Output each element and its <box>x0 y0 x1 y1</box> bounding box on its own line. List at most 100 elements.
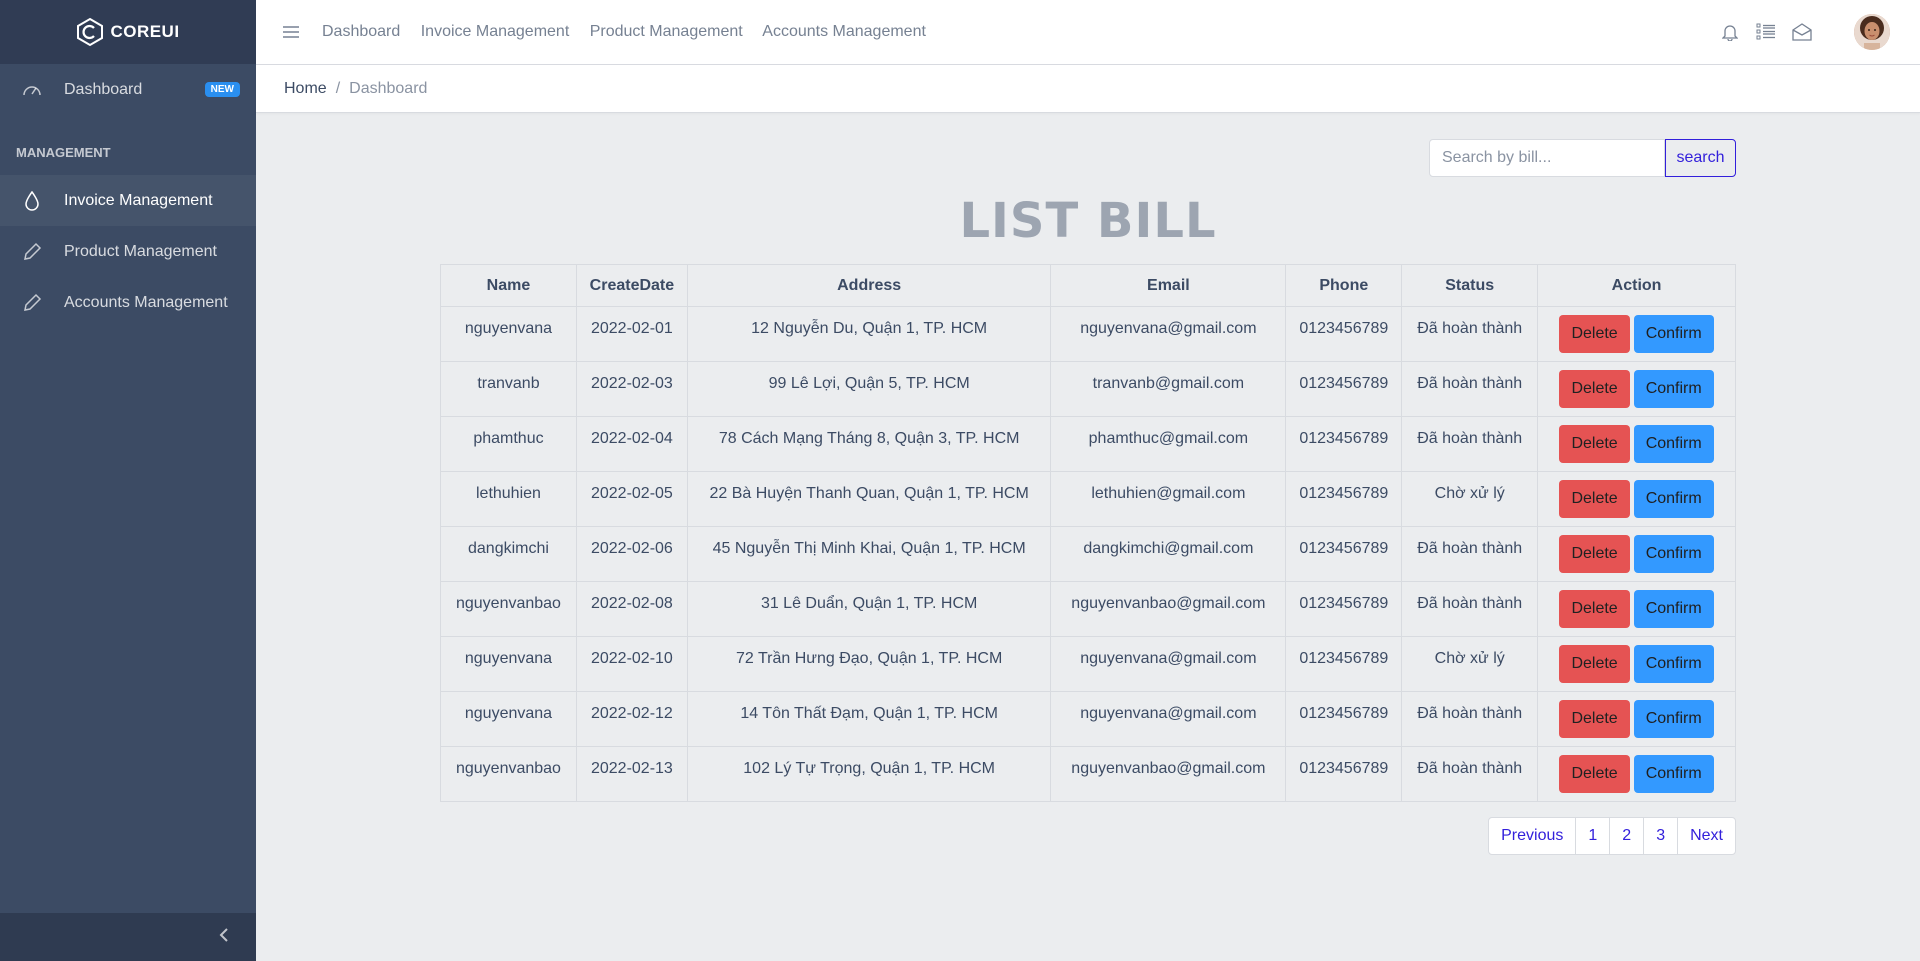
column-header-status: Status <box>1401 264 1539 307</box>
page-title: LIST BILL <box>959 193 1217 249</box>
cell-actions: Delete Confirm <box>1537 306 1736 362</box>
cell-phone: 0123456789 <box>1285 581 1403 637</box>
sidebar-item-label: Dashboard <box>64 80 143 98</box>
cell-email: phamthuc@gmail.com <box>1050 416 1287 472</box>
delete-button[interactable]: Delete <box>1559 700 1630 738</box>
cell-status: Đã hoàn thành <box>1401 416 1539 472</box>
table-row: dangkimchi 2022-02-06 45 Nguyễn Thị Minh… <box>440 526 1736 582</box>
cell-date: 2022-02-13 <box>575 746 688 802</box>
cell-date: 2022-02-03 <box>575 361 688 417</box>
bell-icon[interactable] <box>1712 23 1748 41</box>
brand-logo[interactable]: COREUI <box>0 0 256 64</box>
cell-date: 2022-02-10 <box>575 636 688 692</box>
table-row: tranvanb 2022-02-03 99 Lê Lợi, Quận 5, T… <box>440 361 1736 417</box>
confirm-button[interactable]: Confirm <box>1633 425 1714 463</box>
sidebar: COREUI Dashboard NEW MANAGEMENT Invoice … <box>0 0 256 961</box>
cell-phone: 0123456789 <box>1285 306 1403 362</box>
sidebar-section-title: MANAGEMENT <box>16 145 111 160</box>
cell-phone: 0123456789 <box>1285 361 1403 417</box>
breadcrumb-home[interactable]: Home <box>284 80 327 98</box>
envelope-open-icon[interactable] <box>1784 23 1820 41</box>
cell-actions: Delete Confirm <box>1537 581 1736 637</box>
cell-address: 102 Lý Tự Trọng, Quận 1, TP. HCM <box>686 746 1052 802</box>
delete-button[interactable]: Delete <box>1559 645 1630 683</box>
confirm-button[interactable]: Confirm <box>1633 645 1714 683</box>
search-input[interactable] <box>1429 139 1665 177</box>
hamburger-menu-icon[interactable] <box>276 25 306 39</box>
cell-status: Đã hoàn thành <box>1401 306 1539 362</box>
pagination-page-3[interactable]: 3 <box>1643 818 1677 854</box>
breadcrumb-separator: / <box>335 79 341 97</box>
cell-address: 45 Nguyễn Thị Minh Khai, Quận 1, TP. HCM <box>686 526 1052 582</box>
cell-status: Đã hoàn thành <box>1401 746 1539 802</box>
speedometer-icon <box>20 78 44 102</box>
cell-address: 72 Trần Hưng Đạo, Quận 1, TP. HCM <box>686 636 1052 692</box>
sidebar-item-label: Product Management <box>64 242 217 260</box>
sidebar-item-accounts-management[interactable]: Accounts Management <box>0 277 256 328</box>
header-link-product-management[interactable]: Product Management <box>590 23 743 40</box>
user-avatar[interactable] <box>1854 14 1890 50</box>
pagination-next[interactable]: Next <box>1677 818 1735 854</box>
column-header-createdate: CreateDate <box>575 264 688 307</box>
cell-actions: Delete Confirm <box>1537 361 1736 417</box>
cell-phone: 0123456789 <box>1285 746 1403 802</box>
delete-button[interactable]: Delete <box>1559 590 1630 628</box>
pagination-previous[interactable]: Previous <box>1489 818 1575 854</box>
delete-button[interactable]: Delete <box>1559 480 1630 518</box>
table-row: nguyenvanbao 2022-02-13 102 Lý Tự Trọng,… <box>440 746 1736 802</box>
delete-button[interactable]: Delete <box>1559 425 1630 463</box>
column-header-action: Action <box>1537 264 1736 307</box>
main-content: search LIST BILL Name CreateDate Address… <box>256 113 1920 961</box>
coreui-logo-icon <box>77 17 104 47</box>
pagination-page-2[interactable]: 2 <box>1609 818 1643 854</box>
cell-email: nguyenvana@gmail.com <box>1050 636 1287 692</box>
confirm-button[interactable]: Confirm <box>1633 590 1714 628</box>
sidebar-item-label: Invoice Management <box>64 191 213 209</box>
cell-email: nguyenvana@gmail.com <box>1050 306 1287 362</box>
bill-table: Name CreateDate Address Email Phone Stat… <box>440 264 1736 802</box>
cell-status: Đã hoàn thành <box>1401 361 1539 417</box>
sidebar-item-invoice-management[interactable]: Invoice Management <box>0 175 256 226</box>
pagination: Previous 1 2 3 Next <box>1488 817 1736 855</box>
cell-address: 31 Lê Duẩn, Quận 1, TP. HCM <box>686 581 1052 637</box>
cell-name: nguyenvana <box>440 306 577 362</box>
sidebar-minimize-button[interactable] <box>0 913 256 961</box>
cell-actions: Delete Confirm <box>1537 526 1736 582</box>
cell-date: 2022-02-08 <box>575 581 688 637</box>
cell-date: 2022-02-12 <box>575 691 688 747</box>
table-row: nguyenvana 2022-02-01 12 Nguyễn Du, Quận… <box>440 306 1736 362</box>
list-icon[interactable] <box>1748 23 1784 41</box>
cell-phone: 0123456789 <box>1285 636 1403 692</box>
confirm-button[interactable]: Confirm <box>1633 315 1714 353</box>
confirm-button[interactable]: Confirm <box>1633 535 1714 573</box>
top-header: Dashboard Invoice Management Product Man… <box>256 0 1920 65</box>
cell-status: Đã hoàn thành <box>1401 691 1539 747</box>
sidebar-item-label: Accounts Management <box>64 293 228 311</box>
cell-address: 78 Cách Mạng Tháng 8, Quận 3, TP. HCM <box>686 416 1052 472</box>
cell-address: 99 Lê Lợi, Quận 5, TP. HCM <box>686 361 1052 417</box>
sidebar-item-product-management[interactable]: Product Management <box>0 226 256 277</box>
delete-button[interactable]: Delete <box>1559 535 1630 573</box>
search-button[interactable]: search <box>1665 139 1736 177</box>
confirm-button[interactable]: Confirm <box>1633 480 1714 518</box>
confirm-button[interactable]: Confirm <box>1633 370 1714 408</box>
cell-actions: Delete Confirm <box>1537 746 1736 802</box>
cell-email: nguyenvana@gmail.com <box>1050 691 1287 747</box>
cell-phone: 0123456789 <box>1285 471 1403 527</box>
delete-button[interactable]: Delete <box>1559 315 1630 353</box>
header-link-invoice-management[interactable]: Invoice Management <box>421 23 570 40</box>
cell-name: nguyenvanbao <box>440 581 577 637</box>
cell-name: phamthuc <box>440 416 577 472</box>
confirm-button[interactable]: Confirm <box>1633 755 1714 793</box>
pagination-page-1[interactable]: 1 <box>1575 818 1609 854</box>
delete-button[interactable]: Delete <box>1559 370 1630 408</box>
cell-phone: 0123456789 <box>1285 416 1403 472</box>
cell-actions: Delete Confirm <box>1537 471 1736 527</box>
header-link-accounts-management[interactable]: Accounts Management <box>762 23 926 40</box>
sidebar-item-dashboard[interactable]: Dashboard NEW <box>0 64 256 115</box>
delete-button[interactable]: Delete <box>1559 755 1630 793</box>
header-link-dashboard[interactable]: Dashboard <box>322 23 400 40</box>
cell-phone: 0123456789 <box>1285 526 1403 582</box>
confirm-button[interactable]: Confirm <box>1633 700 1714 738</box>
